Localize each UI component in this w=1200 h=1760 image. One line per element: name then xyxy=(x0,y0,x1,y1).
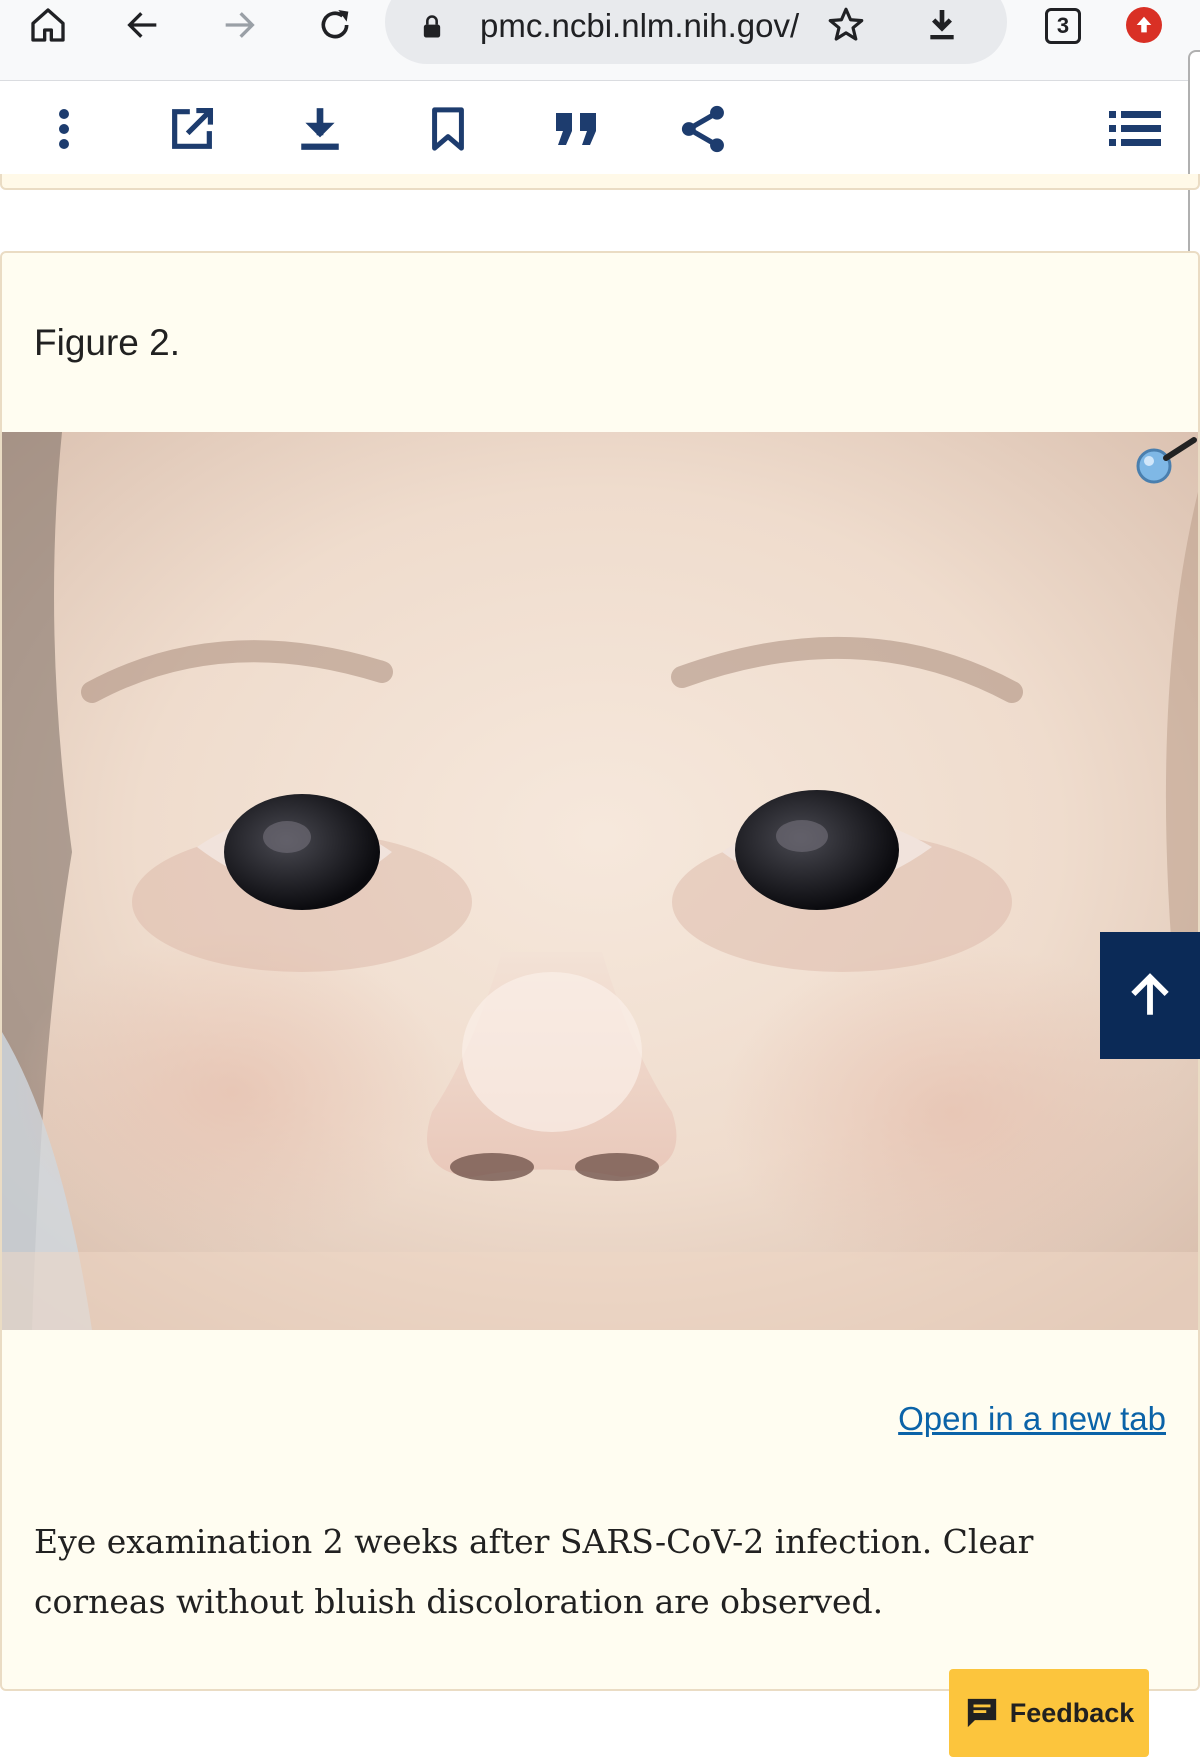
reload-icon xyxy=(321,10,349,39)
figure-caption: Eye examination 2 weeks after SARS-CoV-2… xyxy=(34,1522,1034,1621)
download-button[interactable] xyxy=(906,0,978,50)
back-button[interactable] xyxy=(107,0,179,50)
open-external-button[interactable] xyxy=(157,94,227,164)
update-icon[interactable] xyxy=(1126,7,1162,43)
home-button[interactable] xyxy=(12,0,84,50)
share-icon xyxy=(681,105,724,153)
figure-label: Figure 2. xyxy=(34,322,181,363)
bookmark-icon xyxy=(432,107,464,151)
lock-icon xyxy=(423,15,441,38)
download-icon xyxy=(930,10,954,40)
forward-button[interactable] xyxy=(203,0,275,50)
share-button[interactable] xyxy=(669,94,739,164)
open-external-icon xyxy=(172,107,214,149)
reload-button[interactable] xyxy=(299,0,371,50)
figure-image[interactable] xyxy=(2,432,1198,1330)
arrow-up-icon xyxy=(1131,972,1169,1015)
url-text[interactable]: pmc.ncbi.nlm.nih.gov/ xyxy=(480,6,799,46)
feedback-label: Feedback xyxy=(1009,1697,1135,1728)
cite-quote-icon xyxy=(556,113,596,145)
back-to-top-button[interactable] xyxy=(1100,932,1200,1059)
article-toolbar xyxy=(0,82,1200,175)
star-icon xyxy=(828,7,864,41)
back-arrow-icon xyxy=(127,12,157,38)
feedback-icon xyxy=(967,1698,996,1728)
download-icon xyxy=(301,108,339,150)
cite-button[interactable] xyxy=(541,94,611,164)
feedback-button[interactable]: Feedback xyxy=(949,1669,1149,1757)
browser-chrome: pmc.ncbi.nlm.nih.gov/ 3 xyxy=(0,0,1200,81)
toc-list-icon xyxy=(1109,111,1161,146)
home-icon xyxy=(31,8,65,42)
article-download-button[interactable] xyxy=(285,94,355,164)
bookmark-button[interactable] xyxy=(413,94,483,164)
previous-card-edge xyxy=(0,174,1200,190)
magnify-icon[interactable] xyxy=(1130,432,1200,502)
open-in-new-tab-link[interactable]: Open in a new tab xyxy=(898,1400,1166,1438)
table-of-contents-button[interactable] xyxy=(1100,94,1170,164)
more-options-button[interactable] xyxy=(29,94,99,164)
tab-switcher-icon[interactable]: 3 xyxy=(1045,8,1081,44)
forward-arrow-icon xyxy=(225,12,255,38)
bookmark-star-button[interactable] xyxy=(810,0,882,50)
more-vert-icon xyxy=(59,109,69,149)
